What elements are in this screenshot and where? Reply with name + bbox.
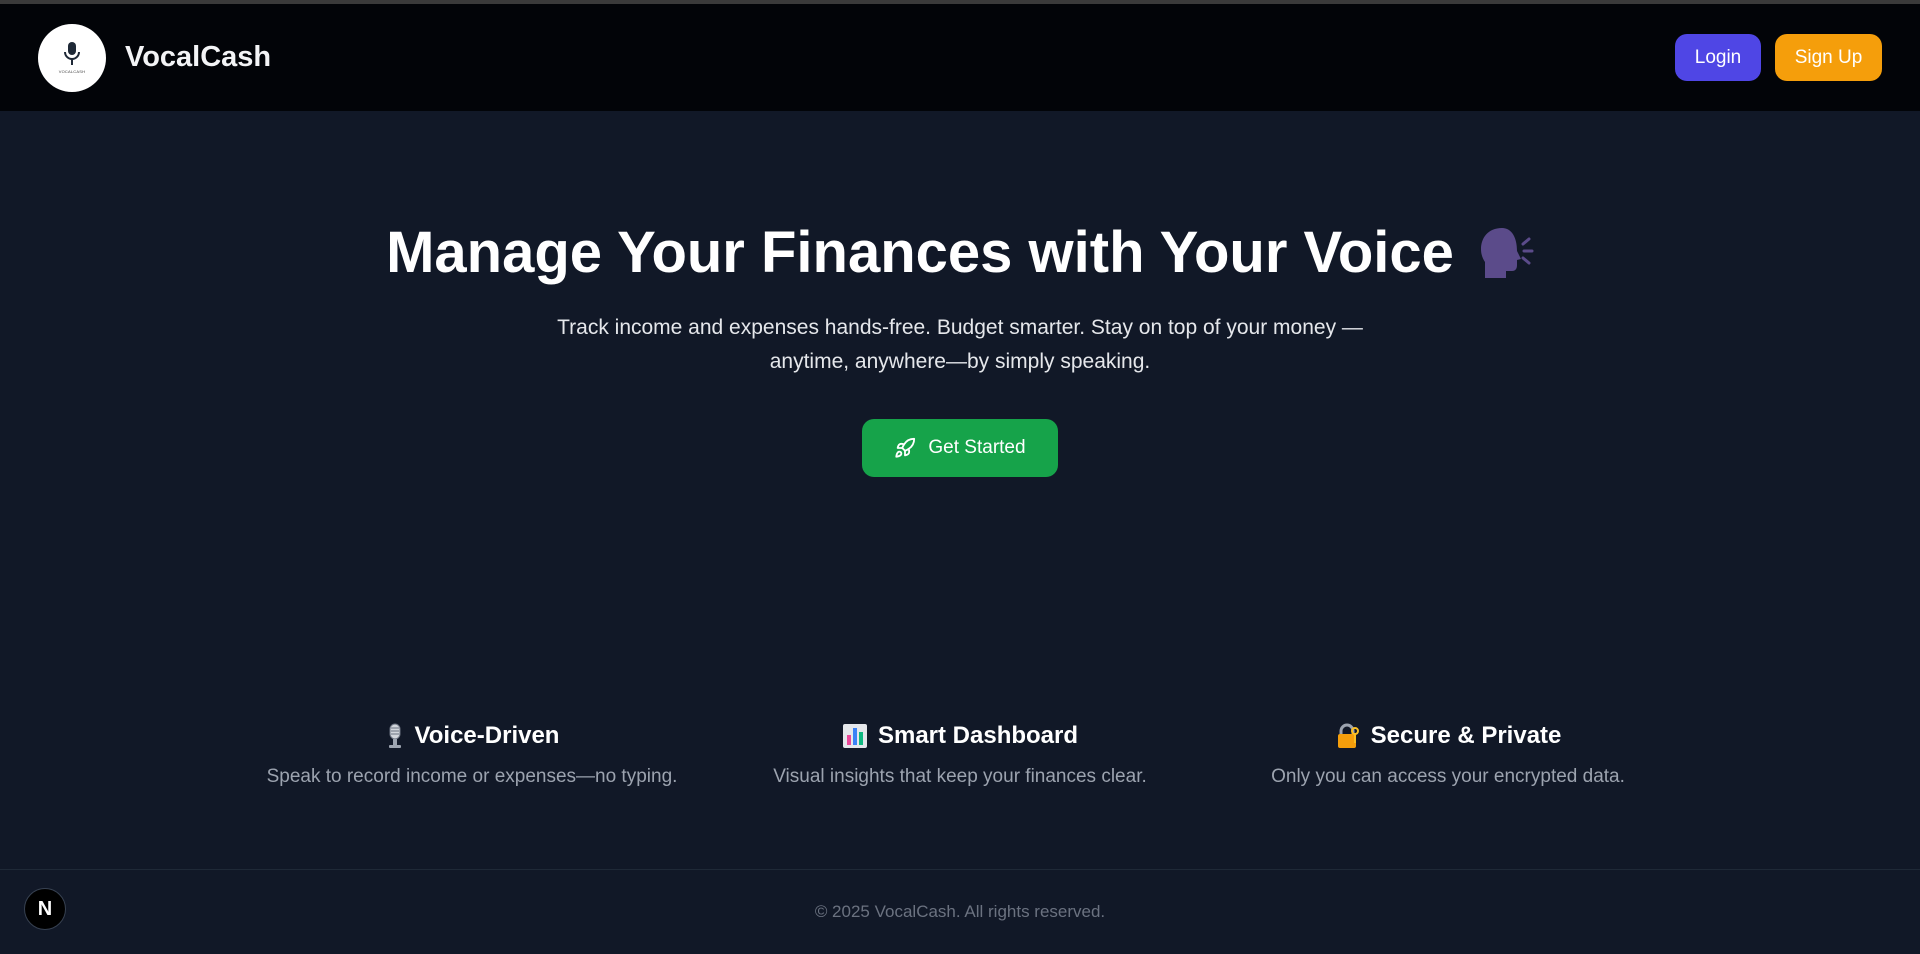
feature-description: Only you can access your encrypted data. [1271,766,1625,787]
dev-badge[interactable]: N [24,888,66,930]
logo-caption: VOCALCASH [58,69,86,74]
hero-section: Manage Your Finances with Your Voice Tra… [0,111,1920,477]
bar-chart-icon [842,724,867,748]
get-started-button[interactable]: Get Started [862,419,1058,477]
logo[interactable]: VOCALCASH [38,23,106,92]
feature-title: Voice-Driven [414,722,560,749]
feature-title: Secure & Private [1370,722,1562,749]
brand[interactable]: VOCALCASH VocalCash [38,23,271,92]
speaking-head-icon [1480,227,1534,278]
feature-description: Speak to record income or expenses—no ty… [266,766,678,787]
features-section: Voice-Driven Speak to record income or e… [0,722,1920,788]
feature-card: Smart Dashboard Visual insights that kee… [716,722,1204,788]
microphone-logo-icon [64,42,80,65]
feature-card: Secure & Private Only you can access you… [1204,722,1692,788]
feature-title: Smart Dashboard [877,722,1079,749]
login-button[interactable]: Login [1675,34,1761,81]
site-header: VOCALCASH VocalCash Login Sign Up [0,4,1920,111]
locked-with-key-icon [1337,723,1359,748]
auth-buttons: Login Sign Up [1675,34,1882,81]
brand-name[interactable]: VocalCash [125,41,271,74]
microphone-icon [388,723,401,748]
rocket-icon [895,437,916,458]
hero-title: Manage Your Finances with Your Voice [386,220,1454,285]
site-footer: N © 2025 VocalCash. All rights reserved. [0,869,1920,954]
feature-card: Voice-Driven Speak to record income or e… [228,722,716,788]
hero-heading: Manage Your Finances with Your Voice [0,219,1920,286]
hero-subtitle: Track income and expenses hands-free. Bu… [557,316,1363,373]
feature-description: Visual insights that keep your finances … [773,766,1147,787]
copyright-text: © 2025 VocalCash. All rights reserved. [814,902,1106,921]
get-started-label: Get Started [928,437,1026,458]
signup-button[interactable]: Sign Up [1775,34,1882,81]
